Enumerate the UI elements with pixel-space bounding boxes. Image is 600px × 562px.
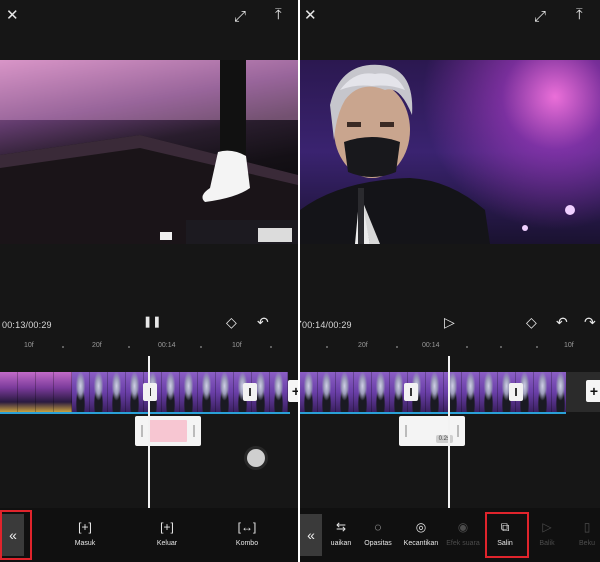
record-indicator[interactable]: [247, 449, 265, 467]
time-readout: 00:13/00:29: [2, 320, 52, 330]
pause-icon[interactable]: ❚❚: [143, 317, 161, 328]
ruler-label: 00:14: [158, 342, 176, 349]
close-icon[interactable]: ✕: [304, 8, 317, 23]
freeze-icon: ▯: [583, 520, 591, 534]
beauty-icon: ◎: [415, 520, 427, 534]
undo-icon[interactable]: ↶: [556, 315, 568, 329]
redo-icon[interactable]: ↷: [584, 315, 596, 329]
top-bar: ✕ ⤢ ⤒: [300, 0, 600, 32]
combo-animation-icon: [↔]: [237, 520, 257, 534]
undo-icon[interactable]: ↶: [257, 315, 269, 329]
timeline-ruler: 10f 20f 00:14 10f: [0, 340, 298, 354]
close-icon[interactable]: ✕: [6, 8, 19, 23]
keyframe-icon[interactable]: ◇: [526, 315, 537, 329]
bottom-toolbar: « [+] Masuk [+] Keluar [↔] Kombo: [0, 508, 298, 562]
timeline-ruler: 20f 00:14 10f: [300, 340, 600, 354]
highlight-salin-button: [485, 512, 529, 558]
enter-animation-icon: [+]: [78, 520, 92, 534]
ruler-label: 10f: [24, 342, 34, 349]
tool-opasitas[interactable]: ◌ Opasitas: [360, 520, 396, 547]
video-preview[interactable]: [300, 60, 600, 244]
bottom-toolbar: « ⇆ uaikan ◌ Opasitas ◎ Kecantikan ◉ Efe…: [300, 508, 600, 562]
tool-keluar[interactable]: [+] Keluar: [150, 520, 184, 547]
play-icon[interactable]: ▷: [444, 315, 455, 329]
clip-duration-badge: 0.2s: [435, 435, 453, 443]
video-preview[interactable]: [0, 60, 298, 244]
ruler-label: 20f: [92, 342, 102, 349]
sound-effect-icon: ◉: [457, 520, 469, 534]
tool-balik[interactable]: ▷ Balik: [536, 520, 558, 547]
add-clip-button[interactable]: +: [288, 380, 298, 402]
clip-trim-handle-left[interactable]: [404, 383, 418, 401]
ruler-label: 10f: [564, 342, 574, 349]
playhead[interactable]: [148, 356, 150, 508]
tool-sesuaikan[interactable]: ⇆ uaikan: [326, 520, 356, 547]
overlay-clip[interactable]: 0.2s: [399, 416, 465, 446]
ruler-label: 10f: [232, 342, 242, 349]
tool-kombo[interactable]: [↔] Kombo: [230, 520, 264, 547]
ruler-label: 20f: [358, 342, 368, 349]
track-underline: [300, 412, 566, 414]
playback-row: ↷ 00:14/00:29 ▷ ◇ ↶ ↷: [300, 312, 600, 336]
highlight-collapse-button: [0, 510, 32, 560]
add-clip-button[interactable]: +: [586, 380, 600, 402]
playback-row: 00:13/00:29 ❚❚ ◇ ↶: [0, 312, 298, 336]
ruler-label: 00:14: [422, 342, 440, 349]
fullscreen-icon[interactable]: ⤢: [534, 9, 546, 24]
fullscreen-icon[interactable]: ⤢: [234, 9, 246, 24]
left-editor-panel: ✕ ⤢ ⤒ 00:13/00:29 ❚❚ ◇ ↶ 10f 20f 00:14 1…: [0, 0, 298, 562]
video-frame-dancer: [0, 60, 298, 244]
top-bar: ✕ ⤢ ⤒: [0, 0, 298, 32]
clip-trim-handle-right[interactable]: [509, 383, 523, 401]
playhead[interactable]: [448, 356, 450, 508]
collapse-toolbar-button[interactable]: «: [300, 514, 322, 556]
exit-animation-icon: [+]: [160, 520, 174, 534]
clip-trim-handle-right[interactable]: [243, 383, 257, 401]
tool-kecantikan[interactable]: ◎ Kecantikan: [400, 520, 442, 547]
overlay-clip[interactable]: [135, 416, 201, 446]
export-icon[interactable]: ⤒: [275, 7, 282, 22]
opacity-icon: ◌: [374, 520, 382, 534]
tool-beku[interactable]: ▯ Beku: [576, 520, 598, 547]
tool-efek-suara[interactable]: ◉ Efek suara: [444, 520, 482, 547]
clip-trim-handle-left[interactable]: [143, 383, 157, 401]
time-readout: 00:14/00:29: [302, 320, 352, 330]
adjust-icon: ⇆: [335, 520, 347, 534]
track-underline: [0, 412, 290, 414]
keyframe-icon[interactable]: ◇: [226, 315, 237, 329]
video-frame-character: [300, 64, 575, 244]
right-editor-panel: ✕ ⤢ ⤒ ↷ 00:14/00:29 ▷ ◇ ↶ ↷ 20f 00:: [300, 0, 600, 562]
export-icon[interactable]: ⤒: [576, 7, 583, 22]
tool-masuk[interactable]: [+] Masuk: [68, 520, 102, 547]
reverse-icon: ▷: [542, 520, 552, 534]
video-track[interactable]: [300, 372, 566, 412]
